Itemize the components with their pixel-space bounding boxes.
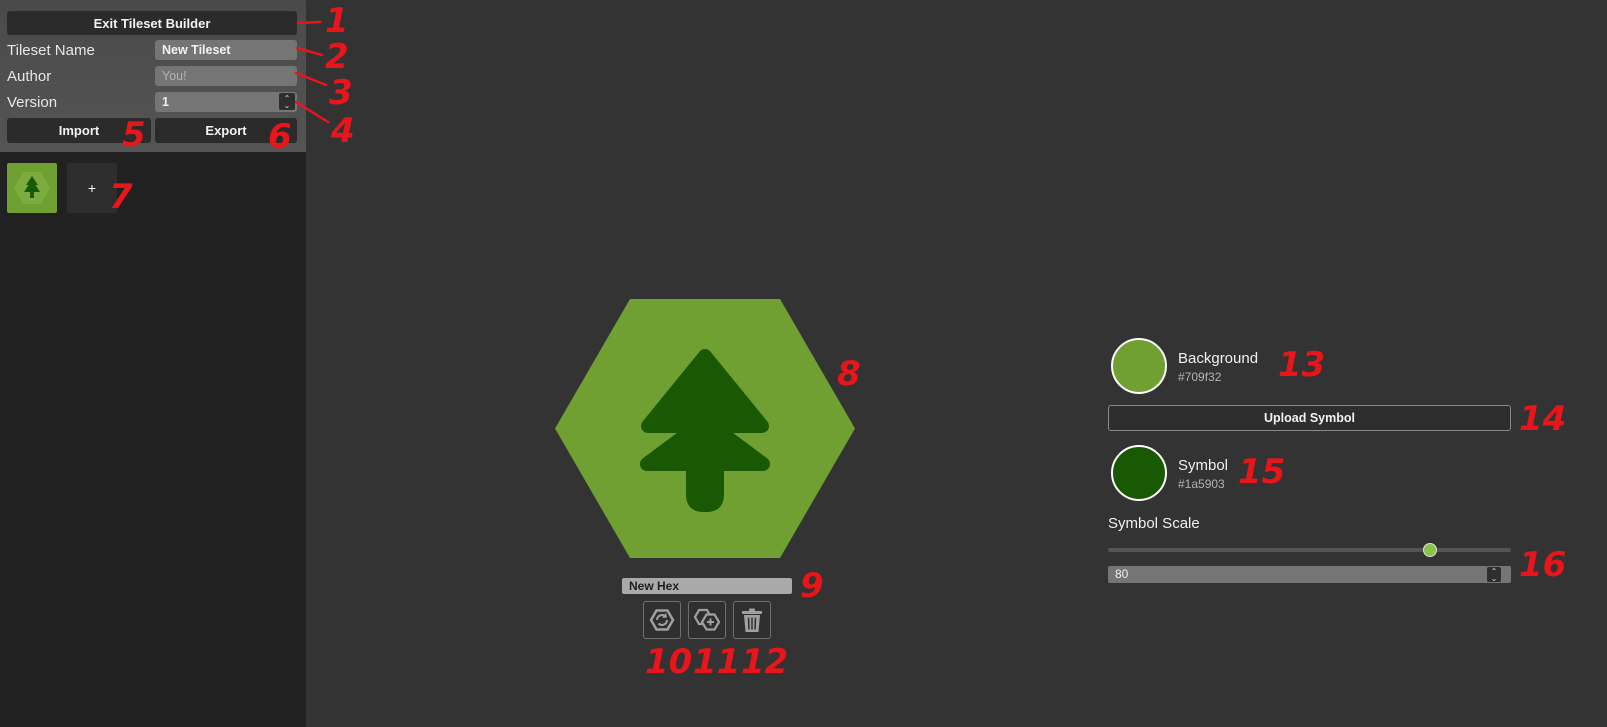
replace-hex-button[interactable] <box>643 601 681 639</box>
annotation-9: 9 <box>800 566 824 606</box>
trash-icon <box>742 608 762 632</box>
annotation-5: 5 <box>122 115 146 155</box>
symbol-color-swatch[interactable] <box>1111 445 1167 501</box>
symbol-scale-label: Symbol Scale <box>1108 515 1200 532</box>
tileset-settings-panel: Exit Tileset Builder Tileset Name New Ti… <box>0 0 306 152</box>
tile-thumbnail[interactable] <box>7 163 57 213</box>
version-value: 1 <box>162 95 169 109</box>
background-hex: #709f32 <box>1178 370 1222 384</box>
duplicate-hex-button[interactable] <box>688 601 726 639</box>
symbol-scale-spinner[interactable]: ⌃ ⌄ <box>1487 567 1501 582</box>
annotation-8: 8 <box>837 354 861 394</box>
tileset-name-input[interactable]: New Tileset <box>155 40 297 60</box>
symbol-scale-input[interactable]: 80 ⌃ ⌄ <box>1108 566 1511 583</box>
hex-replace-icon <box>649 609 675 631</box>
sidebar: Exit Tileset Builder Tileset Name New Ti… <box>0 0 306 727</box>
annotation-10: 10 <box>645 642 693 682</box>
annotation-4: 4 <box>331 111 355 151</box>
version-label: Version <box>7 94 58 111</box>
hex-name-input[interactable]: New Hex <box>622 578 792 594</box>
hex-preview <box>555 299 855 558</box>
author-label: Author <box>7 68 52 85</box>
annotation-3: 3 <box>329 73 353 113</box>
annotation-12: 12 <box>741 642 789 682</box>
symbol-hex: #1a5903 <box>1178 477 1225 491</box>
annotation-1: 1 <box>325 1 349 41</box>
background-label: Background <box>1178 350 1259 367</box>
chevron-down-icon[interactable]: ⌄ <box>284 101 291 109</box>
symbol-label: Symbol <box>1178 457 1229 474</box>
symbol-scale-slider-track[interactable] <box>1108 543 1511 557</box>
symbol-scale-slider-thumb[interactable] <box>1423 543 1438 557</box>
symbol-scale-value: 80 <box>1115 567 1129 581</box>
annotation-14: 14 <box>1519 399 1567 439</box>
hex-duplicate-icon <box>693 608 721 631</box>
tree-hex-thumbnail-icon <box>14 172 50 204</box>
annotation-15: 15 <box>1238 452 1286 492</box>
annotation-6: 6 <box>268 117 292 157</box>
annotation-7: 7 <box>109 177 133 217</box>
upload-symbol-button[interactable]: Upload Symbol <box>1108 405 1511 431</box>
version-number-input[interactable]: 1 ⌃ ⌄ <box>155 92 297 112</box>
background-color-swatch[interactable] <box>1111 338 1167 394</box>
annotation-11: 11 <box>693 642 741 682</box>
tileset-name-label: Tileset Name <box>7 42 95 59</box>
chevron-down-icon[interactable]: ⌄ <box>1491 574 1498 582</box>
author-input[interactable]: You! <box>155 66 297 86</box>
delete-hex-button[interactable] <box>733 601 771 639</box>
exit-tileset-builder-button[interactable]: Exit Tileset Builder <box>7 11 297 35</box>
annotation-13: 13 <box>1278 345 1326 385</box>
annotation-2: 2 <box>325 37 349 77</box>
version-spinner[interactable]: ⌃ ⌄ <box>279 93 295 110</box>
annotation-16: 16 <box>1519 545 1567 585</box>
